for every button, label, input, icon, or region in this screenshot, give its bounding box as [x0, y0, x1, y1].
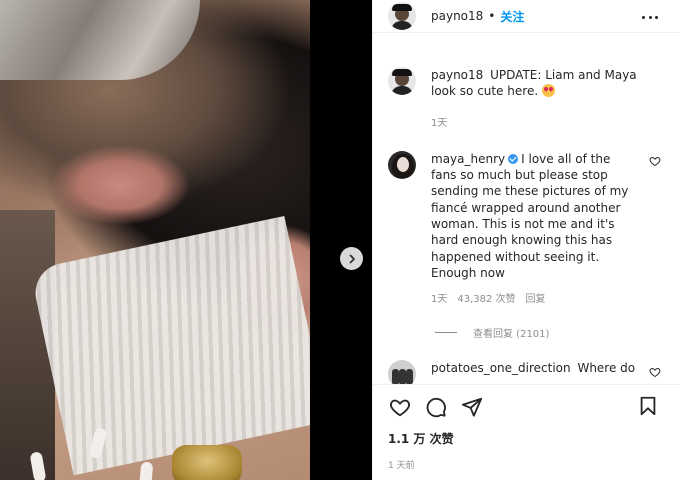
post-header: payno18 • 关注	[373, 0, 680, 33]
heart-eyes-emoji	[541, 84, 555, 98]
post-time[interactable]: 1 天前	[373, 458, 680, 471]
comment-item: maya_henry I love all of the fans so much…	[373, 150, 680, 309]
comments-list: payno18 UPDATE: Liam and Maya look so cu…	[373, 48, 680, 384]
view-replies-label: 查看回复 (2101)	[473, 328, 550, 340]
comment-button[interactable]	[424, 395, 448, 419]
likes-count[interactable]: 1.1 万 次赞	[373, 430, 680, 447]
separator-dot: •	[488, 9, 496, 23]
comment-username[interactable]: potatoes_one_direction	[431, 361, 571, 375]
commenter-avatar[interactable]	[388, 150, 416, 179]
author-avatar[interactable]	[388, 2, 416, 30]
comment-username[interactable]: maya_henry	[431, 152, 505, 166]
caption: payno18 UPDATE: Liam and Maya look so cu…	[373, 67, 680, 132]
heart-icon	[390, 399, 410, 417]
like-comment-heart-icon[interactable]	[649, 155, 661, 167]
post-media	[0, 0, 310, 480]
follow-button[interactable]: 关注	[500, 8, 524, 25]
like-button[interactable]	[388, 395, 412, 419]
more-options-button[interactable]	[642, 10, 658, 24]
verified-badge-icon	[508, 153, 519, 164]
post-photo	[0, 0, 310, 480]
more-horizontal-icon	[642, 15, 645, 19]
comment-text: Where do	[577, 360, 636, 375]
reply-button[interactable]: 回复	[526, 292, 546, 308]
post-details-panel: payno18 • 关注 payno18 UPDATE: Liam and Ma…	[372, 0, 680, 480]
share-button[interactable]	[460, 395, 484, 419]
author-avatar[interactable]	[388, 67, 416, 95]
paper-plane-icon	[461, 397, 483, 417]
like-comment-heart-icon[interactable]	[649, 366, 661, 378]
save-button[interactable]	[637, 395, 661, 419]
bookmark-icon	[640, 396, 656, 416]
view-replies-button[interactable]: 查看回复 (2101)	[435, 325, 680, 340]
comment-icon	[426, 397, 446, 418]
next-media-button[interactable]	[340, 247, 363, 270]
comment-text: I love all of the fans so much but pleas…	[431, 151, 629, 280]
caption-time: 1天	[431, 117, 448, 129]
chevron-right-icon	[349, 254, 355, 263]
comment-time: 1天	[431, 294, 448, 306]
post-actions: 1.1 万 次赞 1 天前	[373, 384, 680, 480]
comment-likes[interactable]: 43,382 次赞	[457, 292, 515, 308]
comment-item: potatoes_one_direction Where do	[373, 359, 680, 384]
replies-divider	[435, 331, 457, 333]
caption-username[interactable]: payno18	[431, 68, 483, 82]
commenter-avatar[interactable]	[388, 359, 416, 384]
author-username[interactable]: payno18	[431, 9, 483, 23]
media-backdrop	[310, 0, 372, 480]
